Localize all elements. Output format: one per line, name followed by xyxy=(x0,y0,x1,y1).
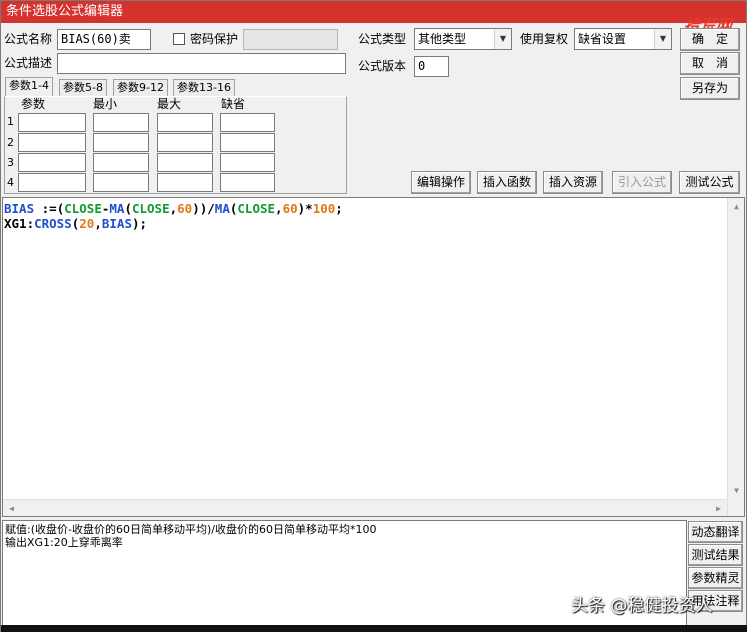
code-token: ))/ xyxy=(192,201,215,216)
param-col-default: 缺省 xyxy=(221,97,246,111)
formula-type-select[interactable]: 其他类型 ▼ xyxy=(414,28,512,50)
title-bar: 条件选股公式编辑器 xyxy=(1,1,746,23)
param-row-number: 2 xyxy=(7,136,14,149)
param-1-min-input[interactable] xyxy=(93,113,149,132)
tab-params-9-12[interactable]: 参数9-12 xyxy=(113,79,168,97)
restore-label: 使用复权 xyxy=(520,32,569,46)
formula-version-label: 公式版本 xyxy=(358,59,407,73)
param-col-name: 参数 xyxy=(21,97,46,111)
save-as-button[interactable]: 另存为 xyxy=(680,77,740,100)
output-line-result: 输出XG1:20上穿乖离率 xyxy=(5,536,123,549)
insert-function-button[interactable]: 插入函数 xyxy=(477,171,537,194)
param-2-default-input[interactable] xyxy=(220,133,275,152)
output-line-assign: 赋值:(收盘价-收盘价的60日简单移动平均)/收盘价的60日简单移动平均*100 xyxy=(5,523,377,536)
param-3-name-input[interactable] xyxy=(18,153,86,172)
param-1-name-input[interactable] xyxy=(18,113,86,132)
param-4-max-input[interactable] xyxy=(157,173,213,192)
insert-resource-button[interactable]: 插入资源 xyxy=(543,171,603,194)
formula-editor-window: 条件选股公式编辑器 拾荒网 公式名称 BIAS(60)卖 密码保护 公式类型 其… xyxy=(0,0,747,632)
param-row-number: 4 xyxy=(7,176,14,189)
formula-desc-label: 公式描述 xyxy=(4,56,53,70)
scroll-right-icon[interactable]: ▶ xyxy=(710,500,727,517)
param-row-number: 3 xyxy=(7,156,14,169)
param-row-number: 1 xyxy=(7,115,14,128)
formula-version-input[interactable]: 0 xyxy=(414,56,449,77)
background-chart-strip xyxy=(1,625,747,632)
code-token: )* xyxy=(297,201,313,216)
chevron-down-icon: ▼ xyxy=(654,29,671,49)
code-token: CLOSE xyxy=(237,201,276,216)
watermark-caption: 头条 @稳健投资人 xyxy=(571,596,713,616)
password-label: 密码保护 xyxy=(190,32,239,46)
password-input[interactable] xyxy=(243,29,338,50)
code-token: MA xyxy=(214,201,230,216)
scroll-up-icon[interactable]: ▲ xyxy=(728,198,745,215)
formula-name-label: 公式名称 xyxy=(4,32,53,46)
password-checkbox[interactable] xyxy=(173,33,185,45)
code-token: BIAS xyxy=(101,216,132,231)
tab-params-1-4[interactable]: 参数1-4 xyxy=(5,77,53,97)
tab-params-5-8[interactable]: 参数5-8 xyxy=(59,79,107,97)
horizontal-scrollbar[interactable]: ◀ ▶ xyxy=(3,499,727,516)
param-3-default-input[interactable] xyxy=(220,153,275,172)
code-token: 100 xyxy=(312,201,336,216)
param-col-max: 最大 xyxy=(157,97,182,111)
code-line: XG1:CROSS(20,BIAS); xyxy=(4,216,744,231)
formula-desc-input[interactable] xyxy=(57,53,346,74)
formula-type-label: 公式类型 xyxy=(358,32,407,46)
scroll-left-icon[interactable]: ◀ xyxy=(3,500,20,517)
code-editor[interactable]: BIAS :=(CLOSE-MA(CLOSE,60))/MA(CLOSE,60)… xyxy=(2,197,745,517)
code-token: 60 xyxy=(282,201,298,216)
code-token: : xyxy=(26,216,35,231)
chevron-down-icon: ▼ xyxy=(494,29,511,49)
tab-params-13-16[interactable]: 参数13-16 xyxy=(173,79,235,97)
code-line: BIAS :=(CLOSE-MA(CLOSE,60))/MA(CLOSE,60)… xyxy=(4,201,744,216)
code-token: BIAS xyxy=(4,201,42,216)
code-token: CLOSE xyxy=(131,201,170,216)
code-token: ; xyxy=(335,201,343,216)
ok-button[interactable]: 确 定 xyxy=(680,28,740,51)
code-token: ( xyxy=(124,201,132,216)
import-formula-button[interactable]: 引入公式 xyxy=(612,171,672,194)
param-3-max-input[interactable] xyxy=(157,153,213,172)
vertical-scrollbar[interactable]: ▲ ▼ xyxy=(727,198,744,516)
code-token: , xyxy=(275,201,283,216)
scroll-down-icon[interactable]: ▼ xyxy=(728,482,745,499)
restore-value: 缺省设置 xyxy=(578,32,627,46)
param-col-min: 最小 xyxy=(93,97,118,111)
code-token: :=( xyxy=(41,201,65,216)
param-1-default-input[interactable] xyxy=(220,113,275,132)
code-token: CROSS xyxy=(34,216,72,231)
param-1-max-input[interactable] xyxy=(157,113,213,132)
cancel-button[interactable]: 取 消 xyxy=(680,52,740,75)
param-wizard-button[interactable]: 参数精灵 xyxy=(688,567,743,589)
formula-type-value: 其他类型 xyxy=(418,32,467,46)
code-token: XG1 xyxy=(4,216,27,231)
test-result-button[interactable]: 测试结果 xyxy=(688,544,743,566)
code-token: MA xyxy=(109,201,125,216)
code-token: CLOSE xyxy=(64,201,102,216)
dynamic-translate-button[interactable]: 动态翻译 xyxy=(688,521,743,543)
formula-name-input[interactable]: BIAS(60)卖 xyxy=(57,29,151,50)
code-token: 20 xyxy=(79,216,95,231)
test-formula-button[interactable]: 测试公式 xyxy=(679,171,740,194)
window-title: 条件选股公式编辑器 xyxy=(6,4,124,19)
edit-ops-button[interactable]: 编辑操作 xyxy=(411,171,471,194)
code-token: , xyxy=(94,216,102,231)
param-4-name-input[interactable] xyxy=(18,173,86,192)
param-2-max-input[interactable] xyxy=(157,133,213,152)
param-2-name-input[interactable] xyxy=(18,133,86,152)
code-token: 60 xyxy=(177,201,193,216)
param-4-default-input[interactable] xyxy=(220,173,275,192)
code-token: ); xyxy=(131,216,148,231)
param-2-min-input[interactable] xyxy=(93,133,149,152)
param-3-min-input[interactable] xyxy=(93,153,149,172)
param-4-min-input[interactable] xyxy=(93,173,149,192)
restore-select[interactable]: 缺省设置 ▼ xyxy=(574,28,672,50)
